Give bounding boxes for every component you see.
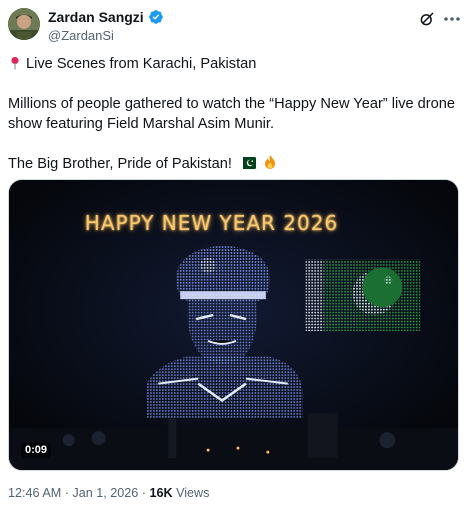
tweet-text: Live Scenes from Karachi, Pakistan Milli… [8,54,462,174]
meta-separator: · [64,486,69,500]
tweet-meta: 12:46 AM · Jan 1, 2026 · 16K Views [8,486,209,500]
author-display-name[interactable]: Zardan Sangzi [48,9,144,25]
round-pushpin-icon [8,56,22,70]
post-line-4-row: The Big Brother, Pride of Pakistan! [8,154,462,174]
fire-emoji [263,154,280,169]
video-duration: 0:09 [21,442,52,458]
views-label: Views [176,486,210,500]
author-name-row: Zardan Sangzi [48,9,164,25]
post-date[interactable]: Jan 1, 2026 [72,486,138,500]
drone-text: HAPPY NEW YEAR 2026 [84,211,339,235]
post-time[interactable]: 12:46 AM [8,486,61,500]
verified-badge-icon [148,9,164,25]
post-line-4: The Big Brother, Pride of Pakistan! [8,156,232,172]
grok-icon[interactable] [418,10,436,28]
views-count: 16K [149,486,173,500]
meta-separator: · [141,486,146,500]
post-line-1: Live Scenes from Karachi, Pakistan [26,56,257,72]
author-handle[interactable]: @ZardanSi [48,28,114,43]
tweet-header: Zardan Sangzi @ZardanSi [8,8,462,48]
post-line-3: show featuring Field Marshal Asim Munir. [8,116,275,132]
video-player[interactable]: HAPPY NEW YEAR 2026 0:09 [8,179,459,471]
avatar[interactable] [8,8,40,40]
post-line-2: Millions of people gathered to watch the… [8,96,455,112]
location-line: Live Scenes from Karachi, Pakistan [8,54,462,74]
drone-flag [305,259,421,331]
more-options-icon[interactable] [442,10,462,28]
pakistan-flag-emoji [238,156,256,170]
